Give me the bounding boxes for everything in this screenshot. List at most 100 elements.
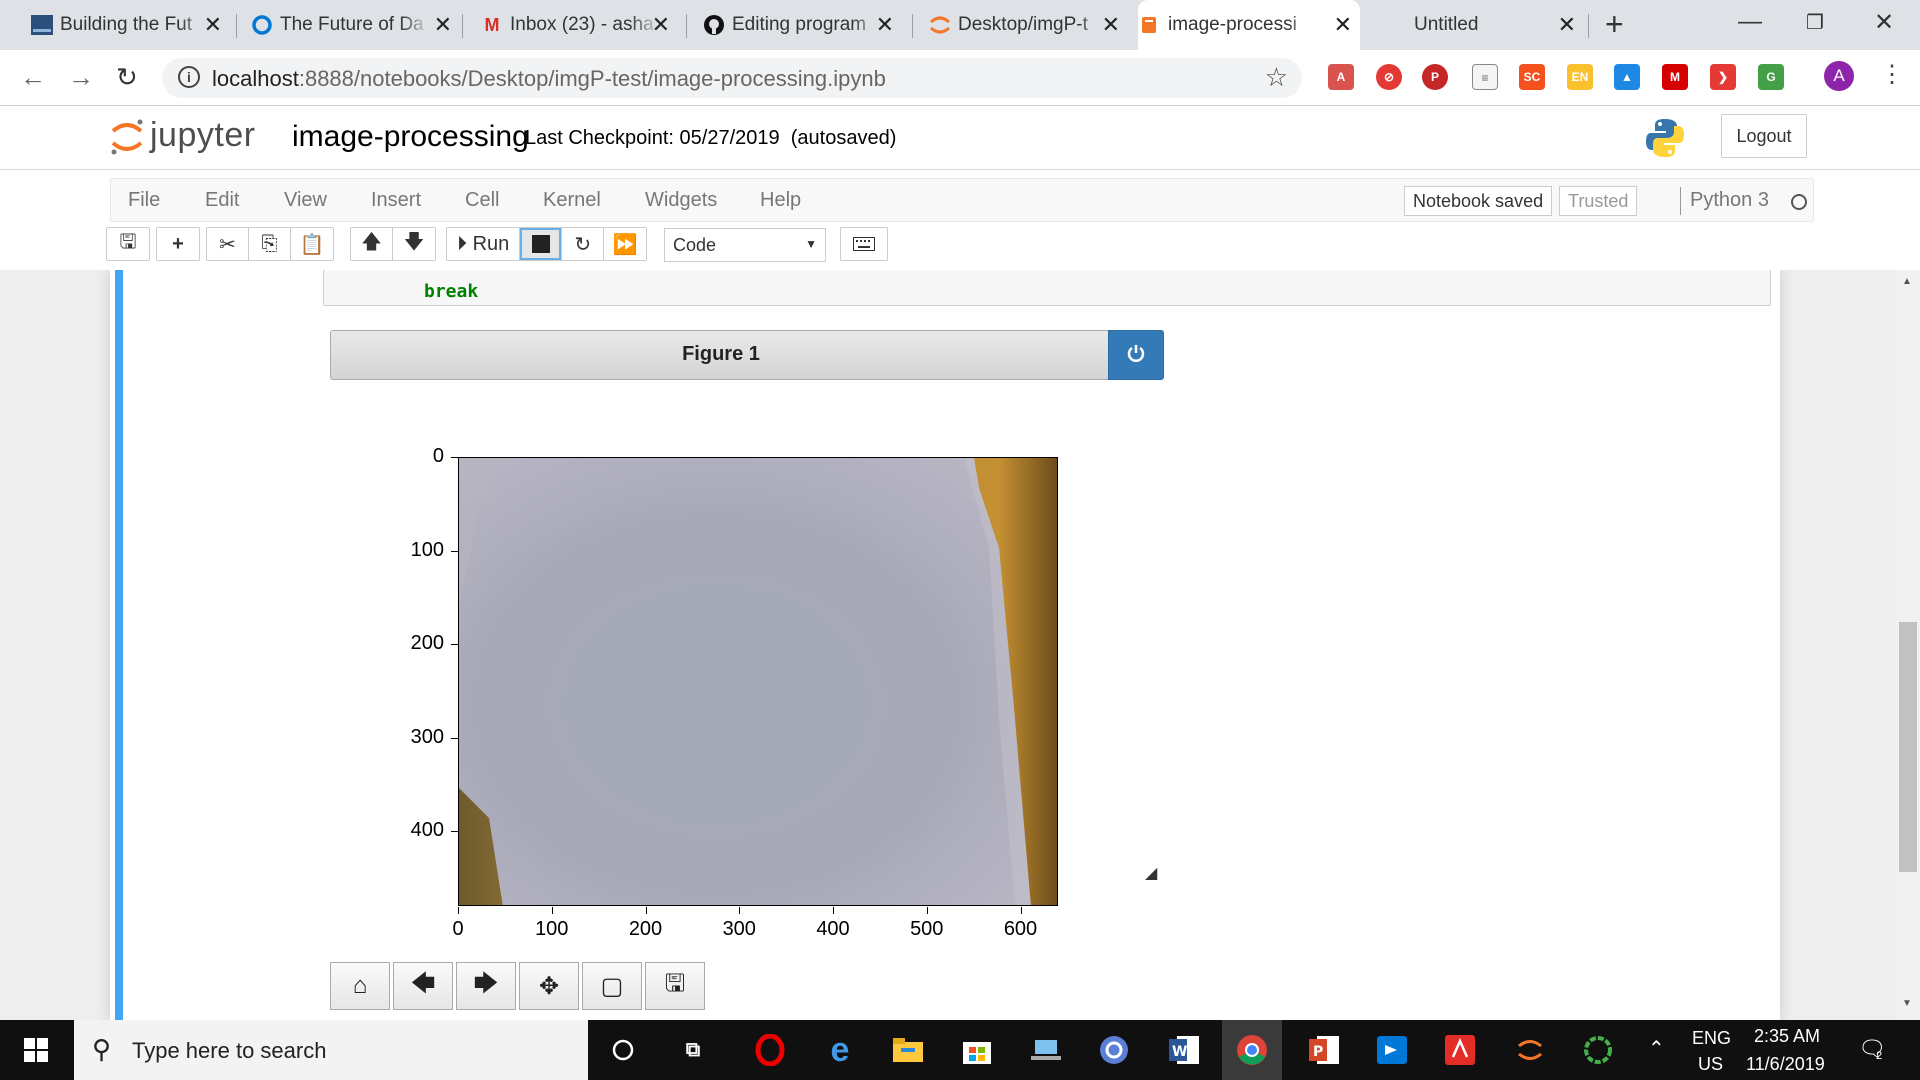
profile-avatar[interactable]: A — [1824, 61, 1854, 91]
menu-cell[interactable]: Cell — [465, 189, 499, 212]
stop-interaction-button[interactable] — [1108, 330, 1164, 380]
jupyter-logo[interactable]: jupyter — [110, 116, 256, 155]
tab-future-of-data[interactable]: The Future of Da ✕ — [250, 0, 460, 50]
window-close-button[interactable]: ✕ — [1874, 8, 1894, 37]
forward-button[interactable]: → — [68, 62, 94, 93]
paste-icon[interactable]: 📋 — [291, 228, 333, 260]
restore-button[interactable]: ❐ — [1806, 10, 1824, 35]
cortana-app-icon[interactable] — [1096, 1032, 1132, 1068]
remote-app-icon[interactable] — [1374, 1032, 1410, 1068]
tab-inbox[interactable]: M Inbox (23) - asha ✕ — [480, 0, 678, 50]
menu-help[interactable]: Help — [760, 189, 801, 212]
download-icon[interactable]: 🖫 — [645, 962, 705, 1010]
close-icon[interactable]: ✕ — [1102, 12, 1120, 38]
zoom-rect-icon[interactable]: ▢ — [582, 962, 642, 1010]
more-menu-icon[interactable]: ⋮ — [1880, 60, 1904, 89]
run-button[interactable]: ⏵ Run — [447, 228, 521, 260]
mendeley-extension-icon[interactable]: M — [1662, 64, 1688, 90]
menu-widgets[interactable]: Widgets — [645, 189, 717, 212]
restart-run-all-icon[interactable]: ⏩ — [604, 228, 646, 260]
store-icon[interactable] — [959, 1032, 995, 1068]
sc-extension-icon[interactable]: SC — [1519, 64, 1545, 90]
close-icon[interactable]: ✕ — [204, 12, 222, 38]
show-hidden-icons[interactable]: ⌃ — [1648, 1036, 1665, 1080]
cortana-taskbar-icon[interactable] — [605, 1032, 641, 1068]
document-extension-icon[interactable]: ≡ — [1472, 64, 1498, 90]
restart-kernel-icon[interactable]: ↻ — [562, 228, 605, 260]
cell-type-select[interactable]: Code ▼ — [664, 228, 826, 262]
forward-arrow-icon[interactable]: 🡆 — [456, 962, 516, 1010]
move-down-icon[interactable]: 🡇 — [393, 228, 435, 260]
jupyter-taskbar-icon[interactable] — [1512, 1032, 1548, 1068]
powerpoint-icon[interactable]: P — [1306, 1032, 1342, 1068]
copy-icon[interactable]: ⎘ — [249, 228, 291, 260]
tab-image-processing[interactable]: image-processi ✕ — [1138, 0, 1360, 50]
pdf-extension-icon[interactable]: P — [1422, 64, 1448, 90]
bookmark-star-icon[interactable]: ☆ — [1265, 62, 1288, 93]
close-icon[interactable]: ✕ — [652, 12, 670, 38]
url-text[interactable]: localhost:8888/notebooks/Desktop/imgP-te… — [212, 66, 886, 92]
minimize-button[interactable]: — — [1738, 8, 1762, 36]
menu-edit[interactable]: Edit — [205, 189, 239, 212]
page-scrollbar[interactable]: ▲ ▼ — [1896, 270, 1920, 1020]
windows-start-icon[interactable] — [0, 1020, 72, 1080]
back-arrow-icon[interactable]: 🡄 — [393, 962, 453, 1010]
network-app-icon[interactable] — [1028, 1032, 1064, 1068]
graduation-extension-icon[interactable]: ▲ — [1614, 64, 1640, 90]
acrobat-icon[interactable] — [1442, 1032, 1478, 1068]
cut-icon[interactable]: ✂ — [207, 228, 249, 260]
address-bar[interactable]: i localhost:8888/notebooks/Desktop/imgP-… — [162, 58, 1302, 98]
language-bottom[interactable]: US — [1698, 1054, 1723, 1080]
menu-insert[interactable]: Insert — [371, 189, 421, 212]
tab-editing-program[interactable]: Editing program ✕ — [702, 0, 902, 50]
close-icon[interactable]: ✕ — [434, 12, 452, 38]
taskbar-search[interactable]: ⚲ Type here to search — [74, 1020, 588, 1080]
file-explorer-icon[interactable] — [890, 1032, 926, 1068]
translate-extension-icon[interactable]: G — [1758, 64, 1784, 90]
logout-button[interactable]: Logout — [1721, 114, 1807, 158]
y-tick-label: 400 — [410, 819, 444, 842]
menu-kernel[interactable]: Kernel — [543, 189, 601, 212]
word-icon[interactable]: W — [1166, 1032, 1202, 1068]
ext-extension-icon[interactable]: EN — [1567, 64, 1593, 90]
notebook-name[interactable]: image-processing — [292, 120, 529, 154]
anaconda-icon[interactable] — [1580, 1032, 1616, 1068]
scroll-up-icon[interactable]: ▲ — [1902, 276, 1912, 287]
resize-handle-icon[interactable]: ◢ — [1145, 863, 1157, 883]
close-icon[interactable]: ✕ — [876, 12, 894, 38]
code-input-area[interactable]: break — [323, 270, 1771, 306]
kernel-name: Python 3 — [1680, 187, 1769, 215]
insert-cell-icon[interactable]: + — [157, 228, 199, 260]
home-icon[interactable]: ⌂ — [330, 962, 390, 1010]
y-tick-label: 200 — [410, 632, 444, 655]
tab-desktop-imgp[interactable]: Desktop/imgP-t ✕ — [928, 0, 1128, 50]
pocket-extension-icon[interactable]: ❯ — [1710, 64, 1736, 90]
keyboard-icon[interactable] — [841, 228, 887, 260]
pan-icon[interactable]: ✥ — [519, 962, 579, 1010]
info-icon[interactable]: i — [178, 66, 200, 88]
menu-file[interactable]: File — [128, 189, 160, 212]
move-up-icon[interactable]: 🡅 — [351, 228, 393, 260]
menu-view[interactable]: View — [284, 189, 327, 212]
chrome-icon[interactable] — [1222, 1020, 1282, 1080]
reload-button[interactable]: ↻ — [116, 62, 138, 93]
tab-building-the-future[interactable]: Building the Fut ✕ — [30, 0, 230, 50]
save-icon[interactable]: 🖫 — [107, 228, 149, 260]
scrollbar-thumb[interactable] — [1899, 622, 1917, 872]
opera-icon[interactable] — [752, 1032, 788, 1068]
close-icon[interactable]: ✕ — [1558, 12, 1576, 38]
acrobat-extension-icon[interactable]: A — [1328, 64, 1354, 90]
interrupt-kernel-icon[interactable] — [520, 228, 563, 260]
trusted-indicator[interactable]: Trusted — [1559, 186, 1638, 216]
figure-canvas[interactable]: 0 100 200 300 400 0 100 200 300 400 500 600 — [330, 380, 1160, 940]
task-view-icon[interactable]: ⧉ — [675, 1032, 711, 1068]
clock-date[interactable]: 11/6/2019 — [1746, 1054, 1825, 1080]
close-icon[interactable]: ✕ — [1334, 12, 1352, 38]
figure-title-bar[interactable]: Figure 1 — [330, 330, 1110, 380]
scroll-down-icon[interactable]: ▼ — [1902, 998, 1912, 1009]
extension-icon[interactable]: ⊘ — [1376, 64, 1402, 90]
back-button[interactable]: ← — [20, 62, 46, 93]
tab-untitled[interactable]: Untitled ✕ — [1384, 0, 1584, 50]
new-tab-button[interactable]: + — [1605, 6, 1624, 43]
edge-icon[interactable]: e — [822, 1031, 858, 1069]
